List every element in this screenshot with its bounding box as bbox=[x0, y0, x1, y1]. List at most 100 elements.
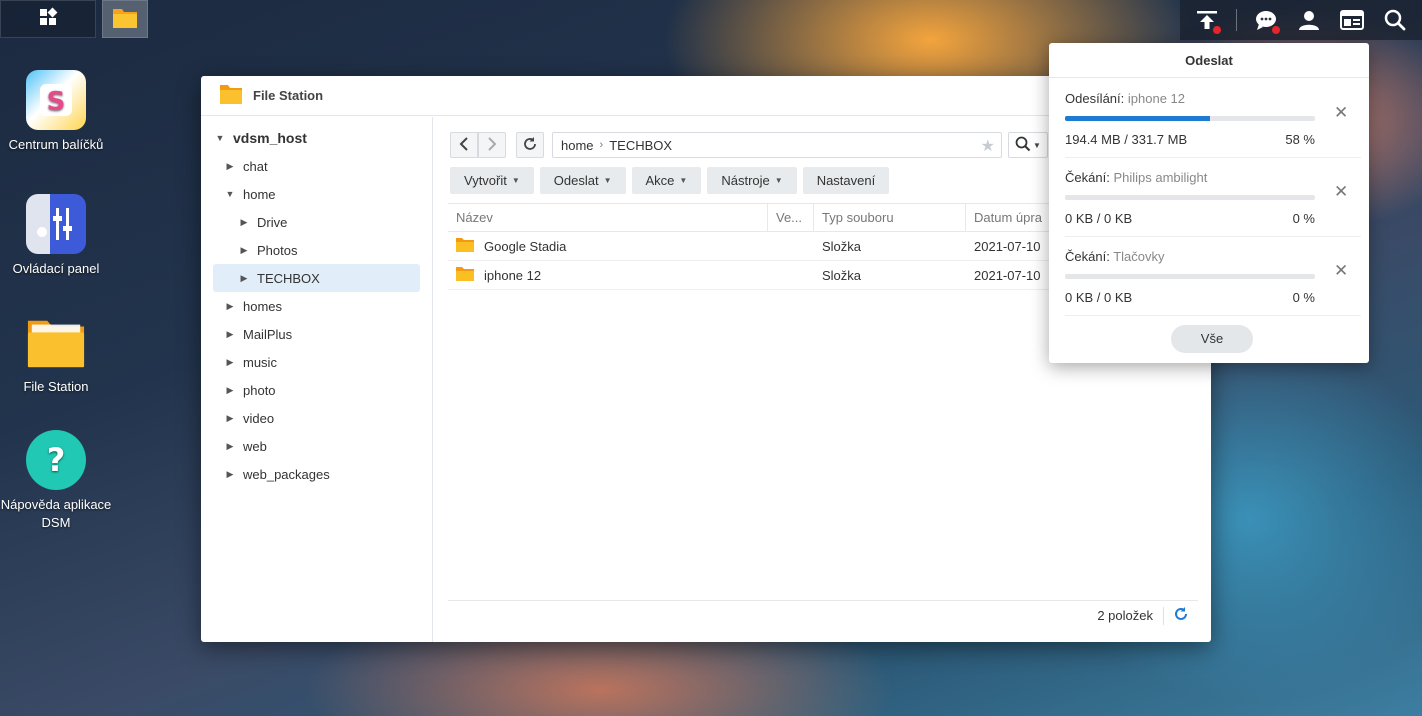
collapsed-arrow-icon: ▶ bbox=[226, 468, 234, 479]
window-title: File Station bbox=[253, 88, 324, 103]
cell-size bbox=[768, 261, 814, 289]
taskbar-file-station-button[interactable] bbox=[102, 0, 148, 38]
upload-item: Odesílání: iphone 12 194.4 MB / 331.7 MB… bbox=[1065, 79, 1361, 158]
caret-down-icon: ▼ bbox=[774, 176, 783, 185]
refresh-button[interactable] bbox=[516, 132, 544, 158]
svg-text:S: S bbox=[47, 87, 66, 117]
cell-type: Složka bbox=[822, 238, 862, 254]
upload-item-label: Čekání: Philips ambilight bbox=[1065, 170, 1207, 185]
progress-bar bbox=[1065, 116, 1315, 121]
main-menu-button[interactable] bbox=[0, 0, 96, 38]
expanded-arrow-icon: ▼ bbox=[215, 133, 225, 143]
tree-root[interactable]: ▼ vdsm_host bbox=[213, 124, 420, 152]
tools-button[interactable]: Nástroje ▼ bbox=[707, 167, 797, 194]
close-icon[interactable]: ✕ bbox=[1334, 103, 1348, 123]
create-label: Vytvořit bbox=[464, 173, 507, 188]
tree-item-home[interactable]: ▼ home bbox=[213, 180, 420, 208]
desktop-icon-help[interactable]: ? Nápověda aplikace DSM bbox=[0, 430, 112, 532]
tree-label: home bbox=[243, 186, 276, 202]
tree-item-web-packages[interactable]: ▶ web_packages bbox=[213, 460, 420, 488]
collapsed-arrow-icon: ▶ bbox=[240, 244, 248, 255]
collapsed-arrow-icon: ▶ bbox=[226, 356, 234, 367]
tree-label: Photos bbox=[257, 242, 298, 258]
desktop-icon-package-center[interactable]: S Centrum balíčků bbox=[0, 70, 112, 154]
help-icon: ? bbox=[26, 430, 86, 490]
back-button[interactable] bbox=[450, 132, 478, 158]
upload-item: Čekání: Tlačovky 0 KB / 0 KB 0 % ✕ bbox=[1065, 237, 1361, 316]
grid-icon bbox=[38, 7, 58, 32]
refresh-icon[interactable] bbox=[1174, 606, 1188, 625]
search-icon bbox=[1015, 136, 1031, 155]
settings-label: Nastavení bbox=[816, 173, 876, 188]
tree-item-homes[interactable]: ▶ homes bbox=[213, 292, 420, 320]
user-icon[interactable] bbox=[1295, 6, 1323, 34]
upload-state: Čekání: bbox=[1065, 170, 1110, 185]
cell-name: iphone 12 bbox=[448, 261, 768, 289]
tools-label: Nástroje bbox=[721, 173, 770, 188]
column-header-type[interactable]: Typ souboru bbox=[814, 204, 966, 231]
tree-item-mailplus[interactable]: ▶ MailPlus bbox=[213, 320, 420, 348]
widget-icon[interactable] bbox=[1338, 6, 1366, 34]
upload-icon[interactable] bbox=[1193, 6, 1222, 34]
upload-panel: Odeslat Odesílání: iphone 12 194.4 MB / … bbox=[1049, 43, 1369, 363]
column-header-name[interactable]: Název bbox=[448, 204, 768, 231]
svg-text:?: ? bbox=[47, 441, 66, 479]
search-icon[interactable] bbox=[1381, 6, 1409, 34]
column-header-size[interactable]: Ve... bbox=[768, 204, 814, 231]
chevron-left-icon bbox=[459, 136, 469, 154]
progress-bar bbox=[1065, 195, 1315, 200]
collapsed-arrow-icon: ▶ bbox=[240, 272, 248, 283]
upload-panel-title: Odeslat bbox=[1049, 43, 1369, 78]
action-label: Akce bbox=[645, 173, 675, 188]
upload-button[interactable]: Odeslat ▼ bbox=[539, 167, 626, 194]
tree-item-techbox[interactable]: ▶ TECHBOX bbox=[213, 264, 420, 292]
breadcrumb-chevron-icon: › bbox=[599, 139, 604, 151]
taskbar-separator bbox=[1236, 9, 1238, 31]
tree-item-web[interactable]: ▶ web bbox=[213, 432, 420, 460]
upload-file-name: Philips ambilight bbox=[1113, 170, 1208, 185]
upload-percent: 0 % bbox=[1292, 290, 1315, 305]
tree-label: music bbox=[243, 354, 277, 370]
create-button[interactable]: Vytvořit ▼ bbox=[450, 167, 534, 194]
collapsed-arrow-icon: ▶ bbox=[226, 328, 234, 339]
toolbar: Vytvořit ▼ Odeslat ▼ Akce ▼ Nástroje ▼ Nasta… bbox=[450, 167, 890, 194]
tree-item-video[interactable]: ▶ video bbox=[213, 404, 420, 432]
search-button[interactable]: ▼ bbox=[1008, 132, 1048, 158]
collapsed-arrow-icon: ▶ bbox=[226, 160, 234, 171]
tree-item-chat[interactable]: ▶ chat bbox=[213, 152, 420, 180]
tree-label: MailPlus bbox=[243, 326, 293, 342]
desktop-icon-label: File Station bbox=[23, 379, 89, 394]
upload-item-label: Čekání: Tlačovky bbox=[1065, 249, 1165, 264]
breadcrumb-techbox[interactable]: TECHBOX bbox=[609, 138, 672, 153]
action-button[interactable]: Akce ▼ bbox=[631, 167, 702, 194]
close-icon[interactable]: ✕ bbox=[1334, 182, 1348, 202]
expanded-arrow-icon: ▼ bbox=[225, 189, 235, 199]
upload-label: Odeslat bbox=[553, 173, 599, 188]
show-all-button[interactable]: Vše bbox=[1171, 325, 1253, 353]
tree-item-drive[interactable]: ▶ Drive bbox=[213, 208, 420, 236]
file-station-icon bbox=[112, 5, 138, 34]
collapsed-arrow-icon: ▶ bbox=[226, 412, 234, 423]
tree-label: homes bbox=[243, 298, 283, 314]
tree-item-photos[interactable]: ▶ Photos bbox=[213, 236, 420, 264]
settings-button[interactable]: Nastavení bbox=[802, 167, 890, 194]
tree-item-photo[interactable]: ▶ photo bbox=[213, 376, 420, 404]
item-count: 2 položek bbox=[1097, 608, 1153, 623]
desktop-icon-label: Ovládací panel bbox=[12, 261, 100, 276]
taskbar-left bbox=[0, 0, 148, 40]
chevron-right-icon bbox=[487, 136, 497, 154]
close-icon[interactable]: ✕ bbox=[1334, 261, 1348, 281]
package-center-icon: S bbox=[26, 70, 86, 130]
forward-button[interactable] bbox=[478, 132, 506, 158]
upload-file-name: iphone 12 bbox=[1127, 91, 1186, 106]
progress-bar bbox=[1065, 274, 1315, 279]
desktop-icon-control-panel[interactable]: Ovládací panel bbox=[0, 194, 112, 278]
breadcrumb-home[interactable]: home bbox=[561, 138, 594, 153]
tree-item-music[interactable]: ▶ music bbox=[213, 348, 420, 376]
upload-state: Odesílání: bbox=[1065, 91, 1125, 106]
desktop-icon-file-station[interactable]: File Station bbox=[0, 312, 112, 396]
file-name: Google Stadia bbox=[484, 238, 567, 254]
path-bar[interactable]: home › TECHBOX ★ bbox=[552, 132, 1002, 158]
chat-icon[interactable] bbox=[1252, 6, 1281, 34]
favorite-star-icon[interactable]: ★ bbox=[981, 136, 995, 156]
